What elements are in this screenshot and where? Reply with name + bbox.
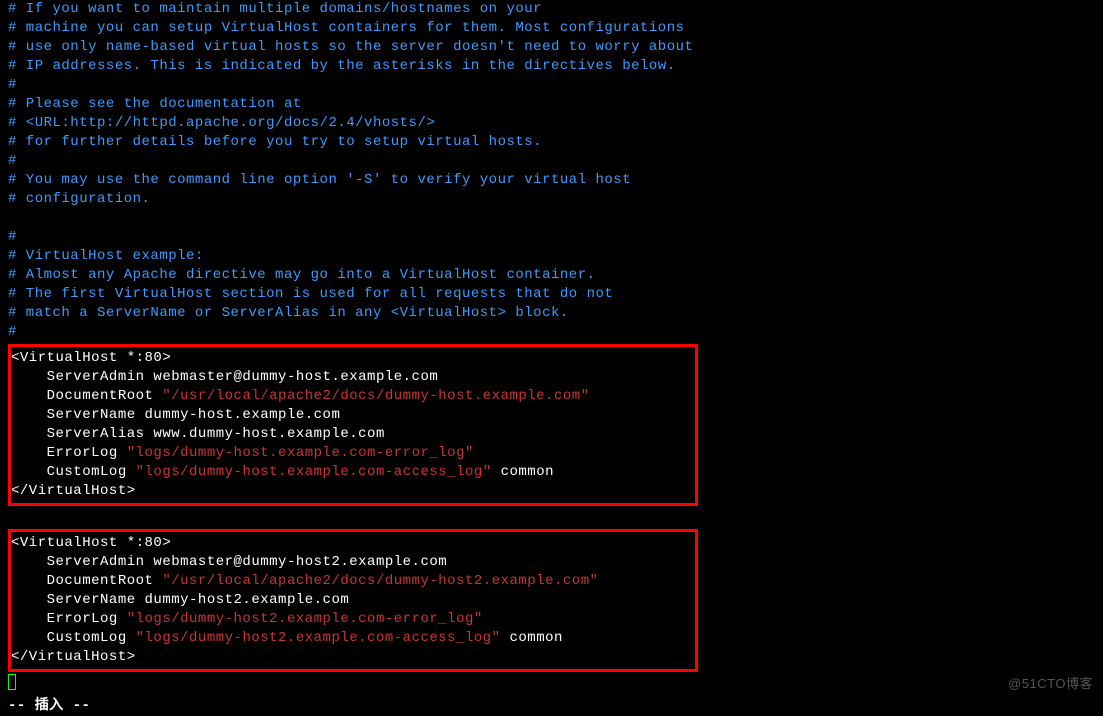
document-root: DocumentRoot "/usr/local/apache2/docs/du… (11, 387, 695, 406)
comment-line: # If you want to maintain multiple domai… (8, 0, 1095, 19)
server-admin: ServerAdmin webmaster@dummy-host.example… (11, 368, 695, 387)
document-root: DocumentRoot "/usr/local/apache2/docs/du… (11, 572, 695, 591)
comment-line: # (8, 228, 1095, 247)
error-log: ErrorLog "logs/dummy-host.example.com-er… (11, 444, 695, 463)
server-admin: ServerAdmin webmaster@dummy-host2.exampl… (11, 553, 695, 572)
comment-line: # Please see the documentation at (8, 95, 1095, 114)
custom-log: CustomLog "logs/dummy-host2.example.com-… (11, 629, 695, 648)
comment-line: # <URL:http://httpd.apache.org/docs/2.4/… (8, 114, 1095, 133)
comment-line: # IP addresses. This is indicated by the… (8, 57, 1095, 76)
custom-log: CustomLog "logs/dummy-host.example.com-a… (11, 463, 695, 482)
comment-line: # (8, 152, 1095, 171)
comment-line: # The first VirtualHost section is used … (8, 285, 1095, 304)
vhost-open: <VirtualHost *:80> (11, 534, 695, 553)
comment-line: # VirtualHost example: (8, 247, 1095, 266)
watermark: @51CTO博客 (1008, 674, 1093, 693)
comment-line: # for further details before you try to … (8, 133, 1095, 152)
comment-line: # (8, 76, 1095, 95)
vhost-block-1: <VirtualHost *:80> ServerAdmin webmaster… (8, 344, 698, 506)
server-name: ServerName dummy-host.example.com (11, 406, 695, 425)
vim-mode-status: -- 插入 -- (8, 697, 1095, 716)
comment-line: # match a ServerName or ServerAlias in a… (8, 304, 1095, 323)
vhost-close: </VirtualHost> (11, 482, 695, 501)
comment-line: # Almost any Apache directive may go int… (8, 266, 1095, 285)
vhost-close: </VirtualHost> (11, 648, 695, 667)
comment-line: # You may use the command line option '-… (8, 171, 1095, 190)
comment-line: # use only name-based virtual hosts so t… (8, 38, 1095, 57)
server-name: ServerName dummy-host2.example.com (11, 591, 695, 610)
vhost-open: <VirtualHost *:80> (11, 349, 695, 368)
comment-line: # machine you can setup VirtualHost cont… (8, 19, 1095, 38)
cursor-icon (8, 674, 16, 690)
comment-line: # configuration. (8, 190, 1095, 209)
terminal-editor[interactable]: # If you want to maintain multiple domai… (8, 0, 1095, 716)
vhost-block-2: <VirtualHost *:80> ServerAdmin webmaster… (8, 529, 698, 672)
error-log: ErrorLog "logs/dummy-host2.example.com-e… (11, 610, 695, 629)
comment-line: # (8, 323, 1095, 342)
server-alias: ServerAlias www.dummy-host.example.com (11, 425, 695, 444)
